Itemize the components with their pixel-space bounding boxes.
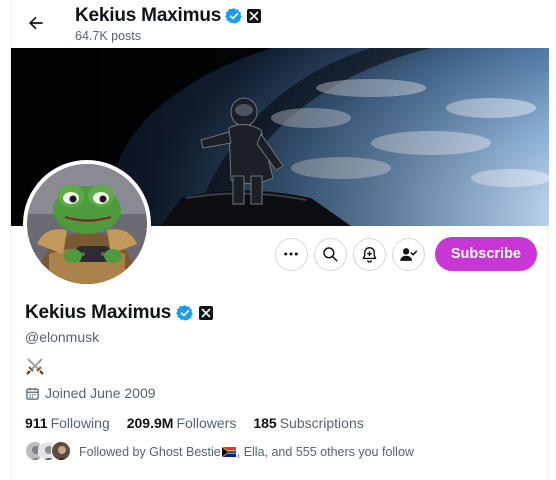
followed-by-suffix: , Ella, and 555 others you follow [236,445,414,459]
notifications-button[interactable] [352,237,386,271]
profile-handle: @elonmusk [25,329,100,345]
followers-label: Followers [176,415,237,431]
frog-warrior-avatar-image [27,164,147,284]
profile-name-row: Kekius Maximus [25,302,214,324]
verified-badge-icon[interactable] [176,304,194,322]
profile-avatar[interactable] [23,160,151,288]
x-affiliate-badge-icon[interactable] [199,306,214,320]
profile-display-name: Kekius Maximus [25,302,172,323]
profile-header: Kekius Maximus 64.7K posts [11,0,549,48]
subscribe-button[interactable]: Subscribe [434,237,537,271]
x-affiliate-badge-icon [247,9,262,23]
profile-actions: Subscribe [274,237,537,271]
following-status-button[interactable] [391,237,425,271]
verified-badge-icon [225,8,242,24]
subscriptions-link[interactable]: 185 Subscriptions [253,415,363,431]
profile-page: Kekius Maximus 64.7K posts Subscribe Kek… [10,0,549,480]
calendar-icon [26,387,39,400]
joined-date: Joined June 2009 [25,385,156,401]
followers-count: 209.9M [126,415,174,431]
arrow-left-icon [28,16,43,30]
followers-link[interactable]: 209.9M Followers [127,415,237,431]
more-button[interactable] [274,237,308,271]
following-link[interactable]: 911 Following [25,415,110,431]
following-count: 911 [25,415,48,431]
profile-stats: 911 Following 209.9M Followers 185 Subscrip… [25,415,364,431]
crossed-swords-icon [26,358,44,375]
header-name: Kekius Maximus [75,5,222,26]
followed-by-prefix: Followed by Ghost Bestie [79,445,221,459]
south-africa-flag-icon [221,447,236,457]
more-icon [284,252,299,256]
posts-count: 64.7K posts [75,29,142,43]
avatar [51,441,71,461]
joined-text: Joined June 2009 [45,385,156,401]
bell-plus-icon [362,246,377,263]
followed-by-avatars [25,441,73,463]
user-check-icon [400,247,418,261]
back-button[interactable] [23,10,49,36]
search-profile-button[interactable] [313,237,347,271]
subscriptions-label: Subscriptions [279,415,364,431]
followed-by-row[interactable]: Followed by Ghost Bestie , Ella, and 555… [25,441,414,463]
subscriptions-count: 185 [253,415,277,431]
search-icon [323,247,338,262]
following-label: Following [50,415,110,431]
